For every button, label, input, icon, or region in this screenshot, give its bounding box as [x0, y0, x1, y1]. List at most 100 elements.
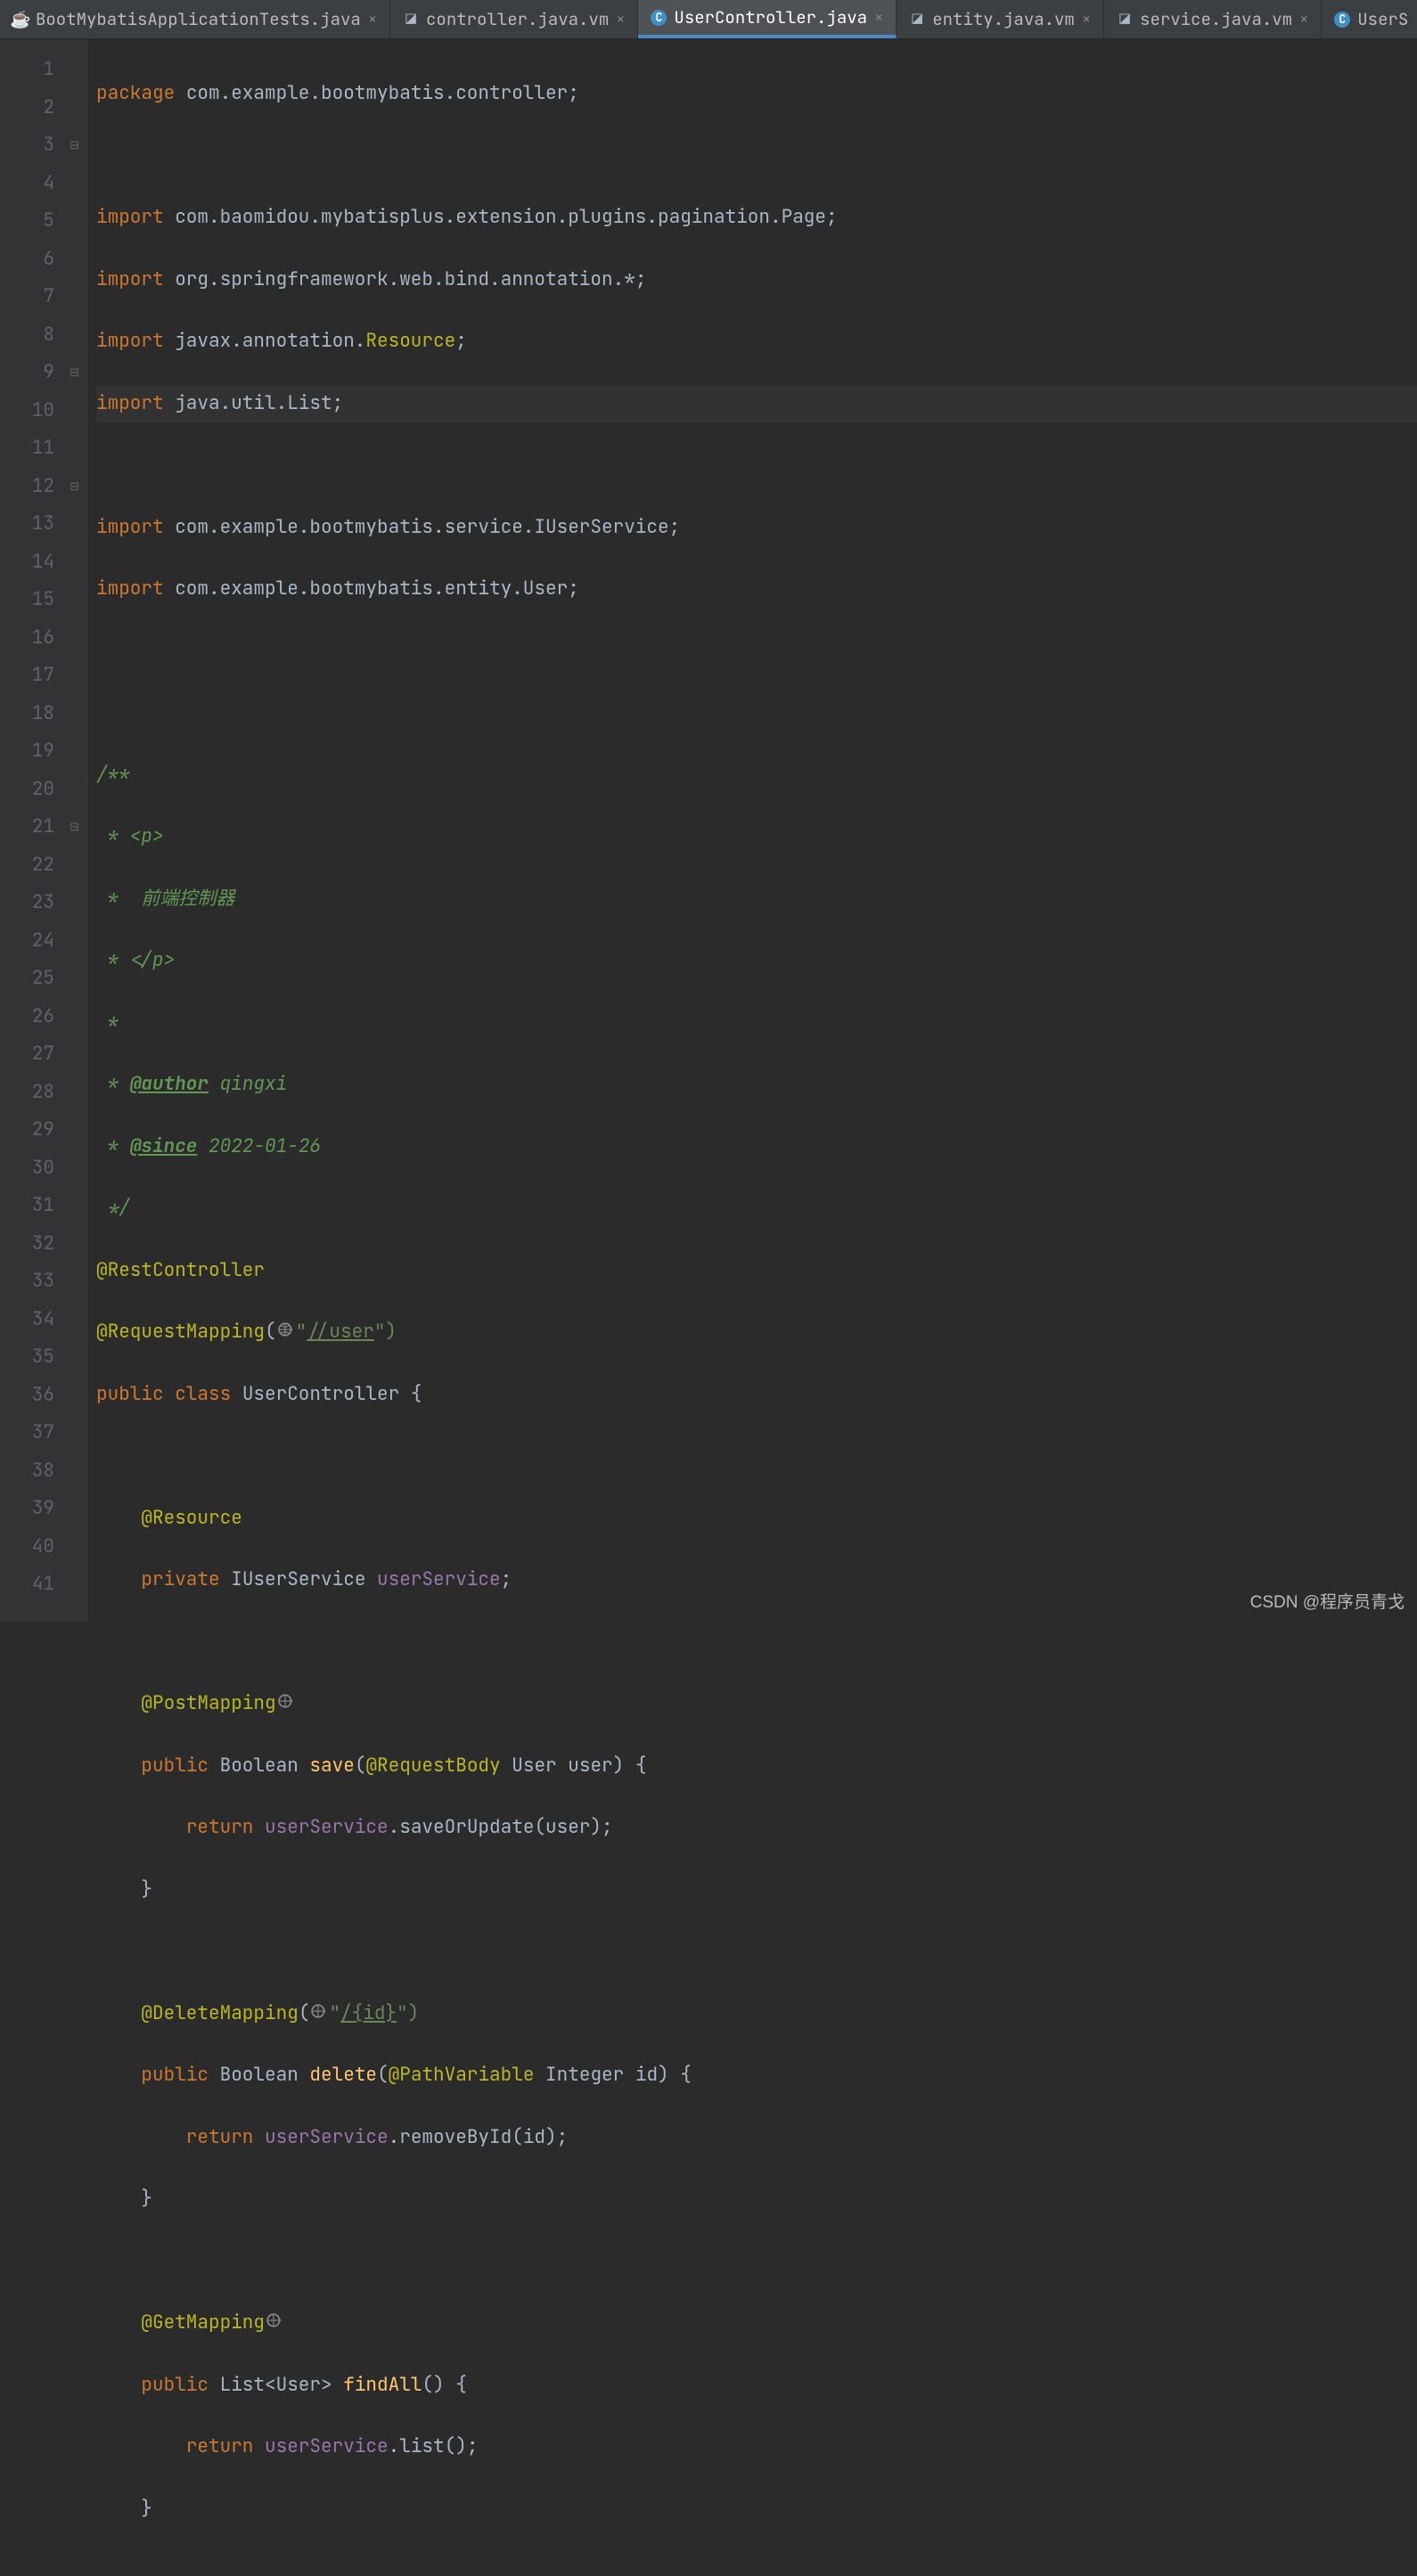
line-number: 16: [0, 619, 54, 658]
code-line: [96, 2243, 1417, 2281]
code market-line: public Boolean delete(@PathVariable Inte…: [96, 2057, 1417, 2095]
code-line: @RequestMapping("//user"): [96, 1313, 1417, 1352]
code-line: import com.baomidou.mybatisplus.extensio…: [96, 199, 1417, 237]
tab-service-vm[interactable]: ◪ service.java.vm ×: [1104, 0, 1322, 38]
code-line: * @author qingxi: [96, 1066, 1417, 1104]
line-number: 34: [0, 1301, 54, 1339]
line-number: 32: [0, 1225, 54, 1263]
vm-icon: ◪: [1117, 12, 1133, 28]
tab-controller-vm[interactable]: ◪ controller.java.vm ×: [390, 0, 638, 38]
line-number: 14: [0, 544, 54, 582]
line-number: 17: [0, 657, 54, 695]
class-icon: C: [651, 10, 667, 26]
line-number: 35: [0, 1338, 54, 1377]
code-line: [96, 694, 1417, 732]
close-icon[interactable]: ×: [1299, 10, 1308, 29]
class-icon: C: [1334, 12, 1350, 28]
line-number: 25: [0, 960, 54, 998]
line-number: 8: [0, 316, 54, 355]
line-number: 1: [0, 51, 54, 89]
tab-label: BootMybatisApplicationTests.java: [36, 8, 361, 30]
code-line: [96, 137, 1417, 176]
line-number: 6: [0, 241, 54, 279]
line-number: 9⊟: [0, 354, 54, 392]
fold-icon[interactable]: ⊟: [70, 808, 79, 846]
tab-label: UserS: [1357, 8, 1408, 30]
watermark: CSDN @程序员青戈: [1250, 1589, 1405, 1613]
code-line: import javax.annotation.Resource;: [96, 323, 1417, 361]
code-line: [96, 1623, 1417, 1662]
line-number: 4: [0, 165, 54, 203]
globe-icon[interactable]: [276, 1321, 296, 1338]
line-number: 31: [0, 1187, 54, 1225]
line-number: 21⊟: [0, 808, 54, 846]
code-line: private IUserService userService;: [96, 1561, 1417, 1599]
code-line: import org.springframework.web.bind.anno…: [96, 261, 1417, 299]
code-line: [96, 1437, 1417, 1476]
tab-label: controller.java.vm: [426, 8, 609, 30]
line-number: 41: [0, 1566, 54, 1604]
line-number: 26: [0, 998, 54, 1036]
tab-label: service.java.vm: [1140, 8, 1292, 30]
code-line: @DeleteMapping("/{id}"): [96, 1995, 1417, 2033]
tab-user-s[interactable]: C UserS: [1322, 0, 1417, 38]
code-line: }: [96, 2180, 1417, 2219]
line-number: 29: [0, 1111, 54, 1149]
close-icon[interactable]: ×: [616, 10, 625, 29]
code-line: */: [96, 1190, 1417, 1228]
code-line: return userService.removeById(id);: [96, 2119, 1417, 2157]
line-number: 18: [0, 695, 54, 733]
code-line: return userService.list();: [96, 2428, 1417, 2466]
fold-icon[interactable]: ⊟: [70, 468, 79, 506]
line-number: 23: [0, 884, 54, 922]
code-line: import com.example.bootmybatis.entity.Us…: [96, 570, 1417, 609]
line-number: 27: [0, 1035, 54, 1074]
line-number: 36: [0, 1377, 54, 1415]
code-line: }: [96, 2490, 1417, 2529]
line-number: 15: [0, 581, 54, 619]
code-line: }: [96, 1871, 1417, 1910]
tab-user-controller[interactable]: C UserController.java ×: [638, 0, 897, 38]
globe-icon[interactable]: [265, 2311, 284, 2329]
line-number: 3⊟: [0, 127, 54, 165]
code-line: * </p>: [96, 942, 1417, 980]
line-number: 22: [0, 846, 54, 885]
tab-bar: ☕ BootMybatisApplicationTests.java × ◪ cont…: [0, 0, 1417, 39]
code-line: * @since 2022-01-26: [96, 1128, 1417, 1166]
line-number: 37: [0, 1414, 54, 1452]
fold-icon[interactable]: ⊟: [70, 127, 79, 165]
line-number: 30: [0, 1149, 54, 1188]
close-icon[interactable]: ×: [874, 8, 883, 28]
close-icon[interactable]: ×: [368, 10, 377, 29]
line-number: 39: [0, 1490, 54, 1528]
line-number: 24: [0, 922, 54, 961]
java-icon: ☕: [12, 12, 29, 28]
tab-boot-tests[interactable]: ☕ BootMybatisApplicationTests.java ×: [0, 0, 390, 38]
close-icon[interactable]: ×: [1082, 10, 1091, 29]
code-line: * 前端控制器: [96, 880, 1417, 919]
code-line: @RestController: [96, 1252, 1417, 1290]
code-line: return userService.saveOrUpdate(user);: [96, 1809, 1417, 1847]
editor: 1 2 3⊟ 4 5 6 7 8 9⊟ 10 11 12⊟ 13 14 15 1…: [0, 39, 1417, 1622]
code-line: [96, 1933, 1417, 1971]
globe-icon[interactable]: [309, 2002, 329, 2020]
line-number: 13: [0, 505, 54, 544]
vm-icon: ◪: [403, 12, 419, 28]
line-number: 40: [0, 1528, 54, 1566]
code-line: public class UserController {: [96, 1376, 1417, 1414]
line-number: 12⊟: [0, 468, 54, 506]
tab-label: entity.java.vm: [932, 8, 1075, 30]
line-number: 2: [0, 89, 54, 127]
code-area[interactable]: package com.example.bootmybatis.controll…: [87, 39, 1417, 1622]
fold-icon[interactable]: ⊟: [70, 354, 79, 392]
code-line: @GetMapping: [96, 2304, 1417, 2343]
tab-entity-vm[interactable]: ◪ entity.java.vm ×: [897, 0, 1104, 38]
code-line: public Boolean save(@RequestBody User us…: [96, 1747, 1417, 1786]
globe-icon[interactable]: [276, 1692, 296, 1710]
line-number: 7: [0, 278, 54, 316]
code-line: [96, 446, 1417, 485]
tab-label: UserController.java: [674, 6, 867, 29]
line-number: 28: [0, 1074, 54, 1112]
vm-icon: ◪: [909, 12, 925, 28]
line-number: 10: [0, 392, 54, 430]
